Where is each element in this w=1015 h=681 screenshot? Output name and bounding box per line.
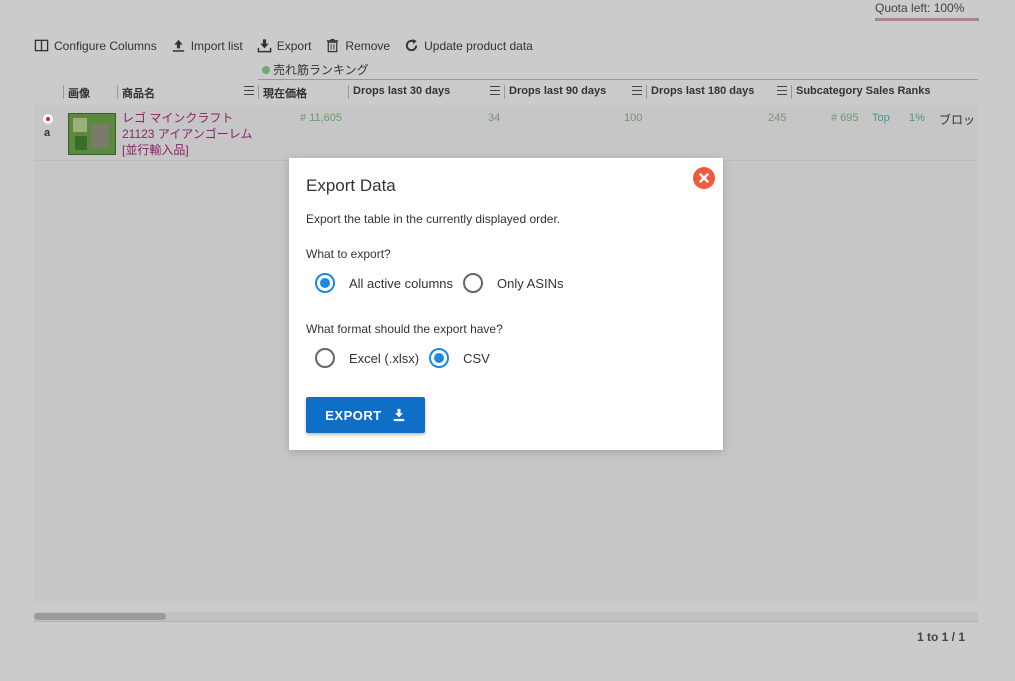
- import-list-label: Import list: [190, 38, 243, 53]
- subcategory-percent: 1%: [909, 112, 925, 124]
- product-name-link[interactable]: レゴ マインクラフト 21123 アイアンゴーレム [並行輸入品]: [122, 110, 253, 158]
- column-menu-icon[interactable]: [490, 86, 500, 95]
- column-separator: [258, 85, 259, 99]
- amazon-icon: a: [44, 127, 51, 139]
- export-content-options: All active columns Only ASINs: [315, 273, 574, 293]
- dialog-description: Export the table in the currently displa…: [306, 212, 561, 226]
- pagination-summary: 1 to 1 / 1: [916, 630, 965, 644]
- column-group-label: 売れ筋ランキング: [273, 63, 369, 77]
- product-name-line: 21123 アイアンゴーレム: [122, 127, 253, 141]
- import-list-button[interactable]: Import list: [171, 38, 243, 53]
- radio-indicator: [463, 273, 484, 293]
- update-product-data-label: Update product data: [424, 38, 533, 53]
- export-data-dialog: Export Data Export the table in the curr…: [289, 158, 723, 450]
- export-label: Export: [276, 38, 312, 53]
- horizontal-scrollbar[interactable]: [34, 612, 978, 622]
- column-header-image[interactable]: 画像: [68, 85, 90, 101]
- column-header-drops-90[interactable]: Drops last 90 days: [509, 85, 606, 97]
- product-image[interactable]: [68, 113, 116, 155]
- export-content-question: What to export?: [306, 247, 391, 261]
- column-separator: [791, 85, 792, 99]
- drops-180-cell: 245: [768, 112, 787, 124]
- table-row[interactable]: a レゴ マインクラフト 21123 アイアンゴーレム [並行輸入品] # 11…: [34, 105, 978, 161]
- drops-90-cell: 100: [624, 112, 643, 124]
- export-format-options: Excel (.xlsx) CSV: [315, 348, 500, 368]
- radio-label: CSV: [463, 350, 490, 366]
- subcategory-rank-cell: # 695: [831, 112, 859, 124]
- radio-label: All active columns: [349, 275, 454, 291]
- remove-label: Remove: [345, 38, 391, 53]
- configure-columns-label: Configure Columns: [54, 38, 157, 53]
- export-button-label: EXPORT: [325, 407, 382, 423]
- only-asins-radio[interactable]: Only ASINs: [463, 273, 564, 293]
- price-cell: # 11,605: [300, 112, 343, 124]
- radio-label: Excel (.xlsx): [349, 350, 420, 366]
- column-separator: [504, 85, 505, 99]
- column-group-header: 売れ筋ランキング: [262, 61, 369, 78]
- csv-format-radio[interactable]: CSV: [429, 348, 490, 368]
- column-menu-icon[interactable]: [244, 86, 254, 95]
- subcategory-top-label: Top: [872, 112, 890, 124]
- column-header-price[interactable]: 現在価格: [263, 85, 307, 101]
- table-header: 画像 商品名 現在価格 Drops last 30 days Drops las…: [34, 83, 978, 101]
- column-separator: [348, 85, 349, 99]
- japan-flag-icon: [43, 114, 53, 124]
- update-product-data-button[interactable]: Update product data: [404, 38, 533, 53]
- column-header-drops-30[interactable]: Drops last 30 days: [353, 85, 450, 97]
- column-header-drops-180[interactable]: Drops last 180 days: [651, 85, 754, 97]
- group-status-dot: [262, 65, 270, 74]
- column-header-name[interactable]: 商品名: [122, 85, 155, 101]
- columns-icon: [34, 39, 49, 52]
- all-active-columns-radio[interactable]: All active columns: [315, 273, 453, 293]
- trash-icon: [327, 38, 339, 53]
- download-icon: [257, 39, 272, 53]
- product-name-line: レゴ マインクラフト: [122, 111, 234, 125]
- column-separator: [63, 85, 64, 99]
- radio-selected-indicator: [315, 273, 335, 293]
- subcategory-name: ブロッ: [939, 113, 976, 127]
- column-header-subcategory-ranks[interactable]: Subcategory Sales Ranks: [796, 85, 931, 97]
- refresh-icon: [406, 38, 418, 52]
- radio-indicator: [315, 348, 335, 368]
- scrollbar-thumb[interactable]: [34, 613, 166, 620]
- download-icon: [393, 408, 404, 422]
- close-icon[interactable]: [693, 167, 715, 189]
- column-separator: [117, 85, 118, 99]
- radio-label: Only ASINs: [497, 275, 564, 291]
- column-menu-icon[interactable]: [777, 86, 787, 95]
- column-separator: [646, 85, 647, 99]
- dialog-title: Export Data: [306, 176, 396, 195]
- upload-icon: [172, 39, 184, 52]
- product-name-line: [並行輸入品]: [122, 143, 189, 157]
- excel-format-radio[interactable]: Excel (.xlsx): [315, 348, 419, 368]
- export-submit-button[interactable]: EXPORT: [306, 397, 425, 433]
- drops-30-cell: 34: [488, 112, 501, 124]
- export-button[interactable]: Export: [257, 38, 312, 53]
- column-menu-icon[interactable]: [632, 86, 642, 95]
- toolbar: Configure Columns Import list Export Rem…: [34, 38, 533, 53]
- remove-button[interactable]: Remove: [325, 38, 390, 53]
- configure-columns-button[interactable]: Configure Columns: [34, 38, 157, 53]
- export-format-question: What format should the export have?: [306, 322, 503, 336]
- radio-selected-indicator: [429, 348, 450, 368]
- quota-indicator: Quota left: 100%: [875, 1, 979, 21]
- column-group-underline: [258, 79, 978, 80]
